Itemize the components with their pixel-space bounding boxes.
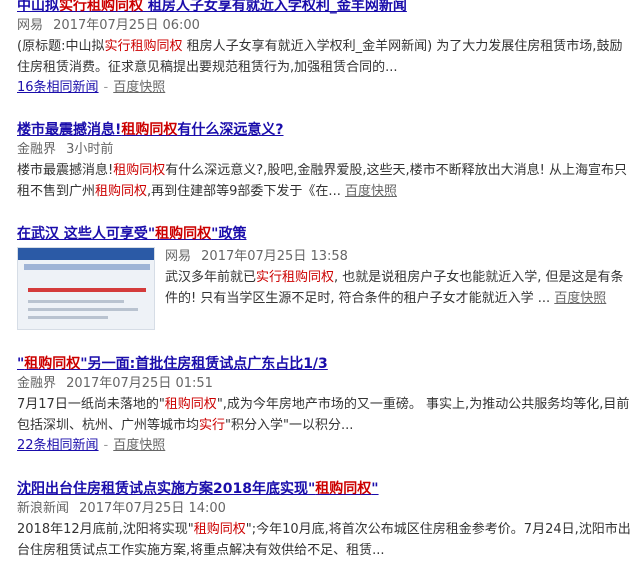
text-segment[interactable]: 租房人子女享有就近入学权利_金羊网新闻: [143, 0, 407, 14]
text-segment: 2018年12月底前,沈阳将实现": [17, 522, 194, 537]
text-segment[interactable]: ": [371, 481, 378, 497]
text-segment: ,再到住建部等9部委下发于《在...: [147, 184, 345, 199]
highlighted-keyword[interactable]: 租购同权: [121, 122, 177, 138]
result-meta: 金融界 2017年07月25日 01:51: [17, 374, 632, 394]
highlighted-keyword: 实行租购同权: [104, 39, 183, 54]
result-source: 金融界: [17, 376, 57, 391]
result-side-content: 网易 2017年07月25日 13:58 武汉多年前就已实行租购同权, 也就是说…: [165, 247, 625, 309]
text-segment[interactable]: 有什么深远意义?: [177, 122, 283, 138]
highlighted-keyword[interactable]: 租购同权: [155, 226, 211, 242]
abstract-text: 楼市最震撼消息!租购同权有什么深远意义?,股吧,金融界爱股,这些天,楼市不断释放…: [17, 163, 627, 199]
related-news-link[interactable]: 16条相同新闻: [17, 80, 99, 95]
result-title-link[interactable]: 中山拟实行租购同权 租房人子女享有就近入学权利_金羊网新闻: [17, 0, 632, 16]
text-segment[interactable]: 在武汉 这些人可享受": [17, 226, 155, 242]
text-segment[interactable]: "政策: [211, 226, 246, 242]
highlighted-keyword: 实行租购同权: [256, 270, 335, 285]
highlighted-keyword: 租购同权: [164, 397, 217, 412]
result-title-link[interactable]: 楼市最震撼消息!租购同权有什么深远意义?: [17, 120, 632, 140]
result-time: 2017年07月25日 06:00: [53, 18, 200, 33]
text-segment: "积分入学"一以积分...: [225, 418, 354, 433]
result-meta: 新浪新闻 2017年07月25日 14:00: [17, 499, 632, 519]
result-source: 金融界: [17, 142, 57, 157]
result-links: 22条相同新闻 - 百度快照: [17, 436, 632, 456]
result-abstract: 楼市最震撼消息!租购同权有什么深远意义?,股吧,金融界爱股,这些天,楼市不断释放…: [17, 160, 632, 202]
text-segment[interactable]: 中山拟: [17, 0, 59, 14]
highlighted-keyword[interactable]: 租购同权: [315, 481, 371, 497]
result-time: 2017年07月25日 01:51: [66, 376, 213, 391]
related-news-link[interactable]: 22条相同新闻: [17, 438, 99, 453]
search-result: 中山拟实行租购同权 租房人子女享有就近入学权利_金羊网新闻 网易 2017年07…: [17, 0, 632, 98]
snapshot-link[interactable]: 百度快照: [554, 291, 606, 306]
result-title-link[interactable]: 沈阳出台住房租赁试点实施方案2018年底实现"租购同权": [17, 479, 632, 499]
result-meta: 网易 2017年07月25日 06:00: [17, 16, 632, 36]
result-time: 2017年07月25日 14:00: [79, 501, 226, 516]
result-meta: 金融界 3小时前: [17, 140, 632, 160]
result-source: 网易: [165, 249, 192, 264]
search-result: 在武汉 这些人可享受"租购同权"政策 网易 2017年07月25日 13:58 …: [17, 224, 632, 340]
text-segment[interactable]: 楼市最震撼消息!: [17, 122, 121, 138]
result-abstract: 7月17日一纸尚未落地的"租购同权",成为今年房地产市场的又一重磅。 事实上,为…: [17, 394, 632, 436]
result-abstract: 2018年12月底前,沈阳将实现"租购同权";今年10月底,将首次公布城区住房租…: [17, 519, 632, 561]
highlighted-keyword: 租购同权: [95, 184, 148, 199]
thumbnail-line: [28, 300, 124, 303]
result-abstract: 武汉多年前就已实行租购同权, 也就是说租房户子女也能就近入学, 但是这是有条件的…: [165, 267, 625, 309]
result-source: 网易: [17, 18, 44, 33]
result-abstract: (原标题:中山拟实行租购同权 租房人子女享有就近入学权利_金羊网新闻) 为了大力…: [17, 36, 632, 78]
result-thumbnail-image[interactable]: [17, 247, 155, 330]
thumbnail-headline: [28, 288, 146, 292]
highlighted-keyword: 实行: [199, 418, 226, 433]
thumbnail-nav: [24, 264, 150, 270]
highlighted-keyword: 租购同权: [193, 522, 246, 537]
result-time: 3小时前: [66, 142, 114, 157]
text-segment: 武汉多年前就已: [165, 270, 257, 285]
thumbnail-header: [18, 248, 154, 260]
search-result: 沈阳出台住房租赁试点实施方案2018年底实现"租购同权" 新浪新闻 2017年0…: [17, 479, 632, 561]
text-segment[interactable]: 沈阳出台住房租赁试点实施方案2018年底实现": [17, 481, 315, 497]
text-segment: (原标题:中山拟: [17, 39, 105, 54]
result-meta: 网易 2017年07月25日 13:58: [165, 247, 625, 267]
search-result: 楼市最震撼消息!租购同权有什么深远意义? 金融界 3小时前 楼市最震撼消息!租购…: [17, 120, 632, 202]
result-source: 新浪新闻: [17, 501, 70, 516]
highlighted-keyword[interactable]: 实行租购同权: [59, 0, 143, 14]
text-segment: 7月17日一纸尚未落地的": [17, 397, 165, 412]
thumbnail-line: [28, 308, 138, 311]
link-separator: -: [103, 80, 109, 95]
snapshot-link[interactable]: 百度快照: [113, 438, 165, 453]
result-links: 16条相同新闻 - 百度快照: [17, 78, 632, 98]
text-segment: 楼市最震撼消息!: [17, 163, 114, 178]
highlighted-keyword[interactable]: 租购同权: [24, 356, 80, 372]
highlighted-keyword: 租购同权: [113, 163, 166, 178]
result-title-link[interactable]: "租购同权"另一面:首批住房租赁试点广东占比1/3: [17, 354, 632, 374]
search-result: "租购同权"另一面:首批住房租赁试点广东占比1/3 金融界 2017年07月25…: [17, 354, 632, 456]
text-segment[interactable]: "另一面:首批住房租赁试点广东占比1/3: [80, 356, 328, 372]
snapshot-link[interactable]: 百度快照: [345, 184, 397, 199]
link-separator: -: [103, 438, 109, 453]
result-time: 2017年07月25日 13:58: [201, 249, 348, 264]
result-title-link[interactable]: 在武汉 这些人可享受"租购同权"政策: [17, 224, 632, 244]
thumbnail-line: [28, 316, 108, 319]
snapshot-link[interactable]: 百度快照: [113, 80, 165, 95]
